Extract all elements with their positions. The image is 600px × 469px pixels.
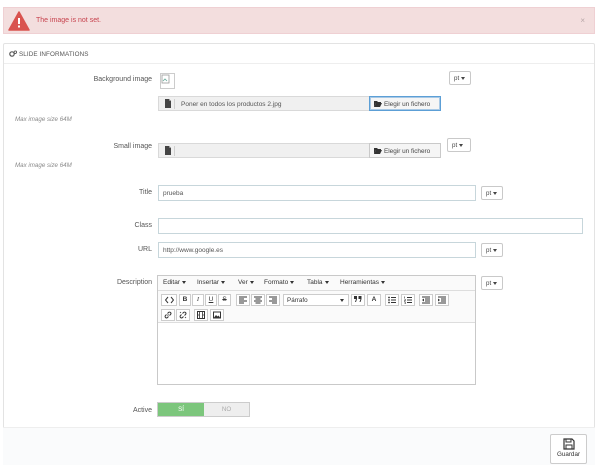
bold-button[interactable]: B — [179, 294, 191, 306]
small-image-choose-button[interactable]: Elegir un fichero — [369, 143, 441, 158]
class-input[interactable] — [158, 218, 583, 234]
panel-title: SLIDE INFORMATIONS — [19, 51, 89, 58]
file-icon — [161, 99, 175, 109]
description-label: Description — [116, 279, 152, 286]
error-alert: The image is not set. × — [3, 7, 595, 34]
link-icon — [164, 311, 172, 319]
italic-button[interactable]: I — [192, 294, 204, 306]
quote-icon — [354, 296, 362, 302]
background-image-thumbnail — [160, 73, 175, 89]
url-lang-select[interactable]: pt — [481, 243, 503, 257]
save-label: Guardar — [556, 451, 581, 458]
cogs-icon — [9, 50, 17, 57]
editor-content-area[interactable] — [158, 324, 475, 384]
image-icon — [213, 311, 221, 319]
underline-button[interactable]: U — [205, 294, 217, 306]
align-right-button[interactable] — [266, 294, 280, 306]
background-image-label: Background image — [93, 76, 152, 83]
insert-link-button[interactable] — [161, 309, 175, 321]
menu-insertar[interactable]: Insertar — [197, 279, 226, 286]
small-image-file-field[interactable] — [158, 143, 370, 158]
align-left-button[interactable] — [236, 294, 250, 306]
description-lang-select[interactable]: pt — [481, 276, 503, 290]
alert-close-button[interactable]: × — [580, 16, 585, 25]
active-no-option[interactable]: NO — [204, 403, 249, 416]
folder-open-icon — [374, 148, 382, 154]
code-icon — [164, 296, 174, 304]
numbered-list-button[interactable] — [401, 294, 415, 306]
menu-herramientas[interactable]: Herramientas — [340, 279, 386, 286]
rich-text-editor: Editar Insertar Ver Formato Tabla Herram… — [157, 275, 476, 385]
strikethrough-button[interactable]: S — [218, 294, 231, 306]
blockquote-button[interactable] — [351, 294, 365, 306]
unlink-button[interactable] — [176, 309, 190, 321]
url-label: URL — [137, 246, 152, 253]
align-center-icon — [254, 296, 262, 304]
title-lang-select[interactable]: pt — [481, 186, 503, 200]
indent-button[interactable] — [435, 294, 449, 306]
url-input[interactable]: http://www.google.es — [158, 242, 476, 258]
save-icon — [562, 438, 575, 450]
active-switch[interactable]: SÍ NO — [157, 402, 250, 417]
panel-footer: Guardar — [3, 427, 595, 465]
title-label: Title — [139, 189, 152, 196]
numbered-list-icon — [404, 296, 412, 304]
folder-open-icon — [374, 101, 382, 107]
bullet-list-button[interactable] — [385, 294, 399, 306]
background-image-file-name: Poner en todos los productos 2.jpg — [181, 101, 282, 108]
background-image-lang-select[interactable]: pt — [449, 71, 471, 85]
small-image-help: Max image size 64M — [15, 162, 72, 169]
menu-formato[interactable]: Formato — [264, 279, 295, 286]
small-image-label: Small image — [113, 143, 152, 150]
indent-icon — [438, 296, 446, 304]
menu-tabla[interactable]: Tabla — [307, 279, 329, 286]
panel-heading: SLIDE INFORMATIONS — [4, 44, 594, 64]
save-button[interactable]: Guardar — [550, 434, 587, 464]
align-center-button[interactable] — [251, 294, 265, 306]
bullet-list-icon — [388, 296, 396, 304]
film-icon — [197, 311, 205, 319]
menu-editar[interactable]: Editar — [163, 279, 186, 286]
font-color-button[interactable]: A — [367, 294, 381, 306]
active-label: Active — [132, 407, 152, 414]
class-label: Class — [134, 222, 152, 229]
insert-media-button[interactable] — [194, 309, 208, 321]
title-input[interactable]: prueba — [158, 185, 476, 201]
outdent-icon — [422, 296, 430, 304]
background-image-choose-button[interactable]: Elegir un fichero — [369, 96, 441, 111]
insert-image-button[interactable] — [210, 309, 224, 321]
unlink-icon — [179, 311, 187, 319]
menu-ver[interactable]: Ver — [238, 279, 254, 286]
format-select[interactable]: Párrafo — [283, 294, 349, 306]
editor-toolbar: B I U S Párrafo A — [158, 291, 475, 323]
background-image-help: Max image size 64M — [15, 116, 72, 123]
broken-image-icon — [161, 74, 170, 84]
outdent-button[interactable] — [419, 294, 433, 306]
active-yes-option[interactable]: SÍ — [158, 403, 204, 416]
warning-icon — [8, 11, 30, 31]
small-image-lang-select[interactable]: pt — [447, 138, 471, 152]
source-code-button[interactable] — [161, 294, 177, 306]
file-icon — [161, 146, 175, 156]
align-left-icon — [239, 296, 247, 304]
alert-message: The image is not set. — [36, 17, 101, 24]
editor-menubar: Editar Insertar Ver Formato Tabla Herram… — [158, 276, 475, 291]
align-right-icon — [269, 296, 277, 304]
background-image-file-field[interactable]: Poner en todos los productos 2.jpg — [158, 96, 370, 111]
